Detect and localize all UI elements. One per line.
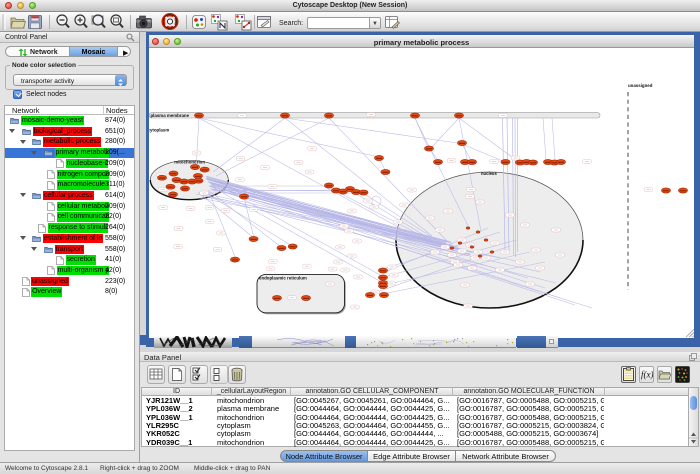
- svg-text:endoplasmic reticulum: endoplasmic reticulum: [259, 276, 307, 281]
- svg-text:cytoplasm: cytoplasm: [149, 128, 169, 133]
- svg-text:f(x): f(x): [641, 370, 653, 380]
- svg-text:nucleus: nucleus: [481, 171, 497, 176]
- svg-text:mitochondrion: mitochondrion: [174, 159, 205, 164]
- svg-text:unassigned: unassigned: [628, 83, 653, 88]
- svg-text:plasma membrane: plasma membrane: [151, 113, 190, 118]
